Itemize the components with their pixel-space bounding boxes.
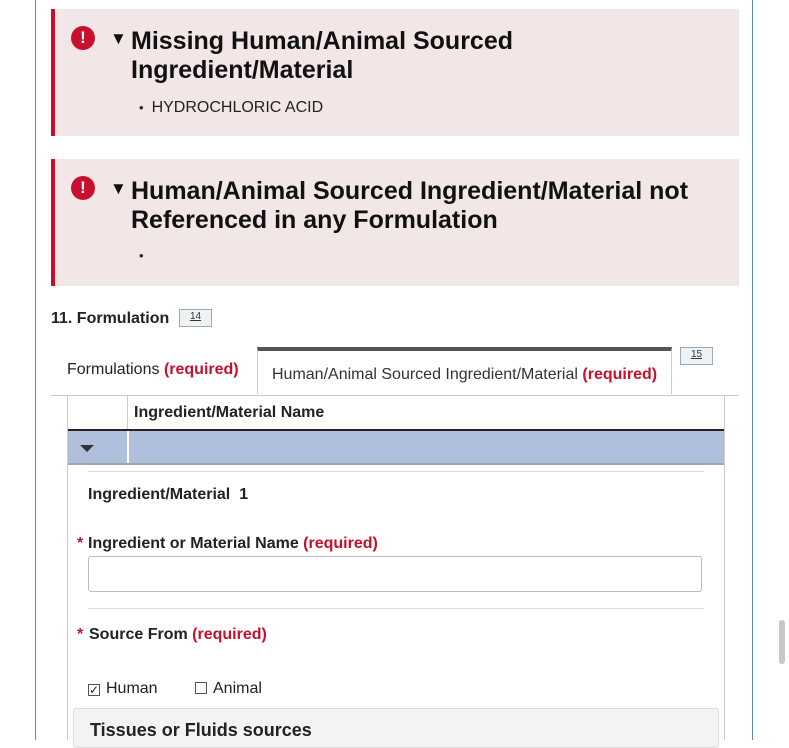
required-indicator: (required): [192, 626, 267, 643]
column-header-ingredient-name[interactable]: Ingredient/Material Name: [134, 404, 324, 422]
tab-label: Human/Animal Sourced Ingredient/Material: [272, 366, 578, 383]
alert-missing-ingredient: ! ▼ Missing Human/Animal Sourced Ingredi…: [51, 9, 739, 136]
required-asterisk: *: [77, 626, 84, 643]
source-human-checkbox[interactable]: ✓ Human: [88, 680, 158, 698]
toggle-column-header: [68, 395, 128, 429]
exclamation-circle-icon: !: [71, 26, 95, 50]
required-indicator: (required): [582, 366, 658, 383]
required-asterisk: *: [77, 535, 84, 552]
checkbox-label: Human: [106, 680, 158, 697]
label-text: Source From: [89, 626, 188, 643]
alert-list: [139, 247, 152, 265]
required-indicator: (required): [163, 361, 239, 378]
alert-not-referenced: ! ▼ Human/Animal Sourced Ingredient/Mate…: [51, 159, 739, 286]
required-indicator: (required): [303, 535, 378, 552]
alert-list-item: [139, 247, 152, 265]
exclamation-circle-icon: !: [71, 176, 95, 200]
alert-list: HYDROCHLORIC ACID: [139, 99, 324, 117]
tab-label: Formulations: [67, 361, 160, 378]
tab-help-link[interactable]: 15: [680, 347, 713, 365]
ingredient-name-label: Ingredient or Material Name (required): [88, 535, 378, 553]
tab-formulations[interactable]: Formulations (required): [67, 361, 239, 379]
source-from-label: Source From (required): [89, 626, 267, 644]
scrollbar-thumb[interactable]: [779, 620, 785, 664]
divider: [88, 608, 704, 609]
checkbox-label: Animal: [213, 680, 262, 697]
source-animal-checkbox[interactable]: Animal: [195, 680, 262, 698]
ingredient-heading-label: Ingredient/Material: [88, 486, 231, 503]
ingredient-detail-panel: Ingredient/Material 1 * Ingredient or Mat…: [77, 471, 704, 742]
row-toggle-cell[interactable]: [68, 431, 129, 463]
label-text: Ingredient or Material Name: [88, 535, 299, 552]
alert-title[interactable]: Missing Human/Animal Sourced Ingredient/…: [131, 27, 691, 85]
table-row-selected[interactable]: [68, 431, 724, 465]
section-help-link[interactable]: 14: [179, 309, 212, 327]
ingredient-number: 1: [239, 486, 249, 503]
alert-list-item: HYDROCHLORIC ACID: [139, 99, 324, 117]
checkbox-checked-icon[interactable]: ✓: [88, 684, 100, 696]
section-title: 11. Formulation: [51, 310, 170, 327]
checkbox-unchecked-icon[interactable]: [195, 682, 207, 694]
alert-title[interactable]: Human/Animal Sourced Ingredient/Material…: [131, 177, 691, 235]
collapse-triangle-icon[interactable]: ▼: [110, 29, 127, 49]
tab-bar: Formulations (required) Human/Animal Sou…: [51, 347, 739, 396]
ingredient-name-input[interactable]: [88, 556, 702, 592]
collapse-triangle-icon[interactable]: ▼: [110, 179, 127, 199]
section-heading: Tissues or Fluids sources: [90, 720, 312, 740]
tab-human-animal-sourced[interactable]: Human/Animal Sourced Ingredient/Material…: [257, 347, 672, 394]
ingredient-heading: Ingredient/Material 1: [88, 486, 248, 504]
table-header: Ingredient/Material Name: [68, 395, 724, 431]
ingredient-table: Ingredient/Material Name Ingredient/Mate…: [67, 395, 725, 740]
tissues-fluids-section: Tissues or Fluids sources: [73, 708, 719, 748]
caret-down-icon[interactable]: [80, 445, 94, 452]
